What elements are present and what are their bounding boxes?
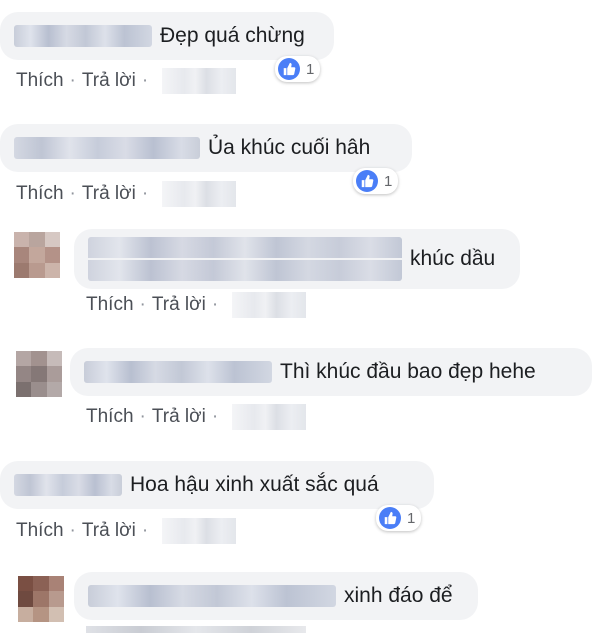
comment-actions: Thích · Trả lời · (86, 292, 307, 318)
comment-bubble: Đẹp quá chừng (0, 12, 334, 60)
reply-link[interactable]: Trả lời (82, 70, 136, 92)
blurred-timestamp (162, 181, 237, 207)
reaction-count: 1 (306, 60, 315, 78)
like-link[interactable]: Thích (86, 294, 134, 316)
reaction-badge[interactable]: 1 (353, 168, 399, 194)
reaction-badge[interactable]: 1 (376, 505, 422, 531)
blurred-author-name (84, 361, 272, 383)
comment-bubble: khúc dầu (74, 229, 520, 289)
blurred-author-name (88, 237, 402, 281)
comment-bubble: Hoa hậu xinh xuất sắc quá (0, 461, 434, 509)
like-link[interactable]: Thích (16, 70, 64, 92)
blurred-author-name (88, 585, 336, 607)
comment-text: xinh đáo để (344, 584, 453, 607)
reply-link[interactable]: Trả lời (82, 183, 136, 205)
comment-text: khúc dầu (410, 247, 496, 270)
blurred-actions-row (86, 626, 306, 633)
avatar[interactable] (14, 232, 60, 278)
comment-actions: Thích · Trả lời · (86, 404, 307, 430)
comment-text: Đẹp quá chừng (160, 24, 305, 47)
reply-link[interactable]: Trả lời (152, 406, 206, 428)
reply-link[interactable]: Trả lời (82, 520, 136, 542)
reply-link[interactable]: Trả lời (152, 294, 206, 316)
comment-actions: Thích · Trả lời · (16, 518, 237, 544)
blurred-author-name (14, 137, 200, 159)
blurred-timestamp (232, 292, 307, 318)
comment-text: Thì khúc đầu bao đẹp hehe (280, 360, 536, 383)
comment-actions: Thích · Trả lời · (16, 181, 237, 207)
thumbs-up-icon (278, 58, 300, 80)
thumbs-up-icon (356, 170, 378, 192)
like-link[interactable]: Thích (16, 520, 64, 542)
like-link[interactable]: Thích (16, 183, 64, 205)
blurred-timestamp (232, 404, 307, 430)
reaction-count: 1 (384, 172, 393, 190)
blurred-timestamp (162, 68, 237, 94)
comment-text: Ủa khúc cuối hâh (208, 136, 371, 159)
reaction-count: 1 (407, 509, 416, 527)
comment-actions: Thích · Trả lời · (16, 68, 237, 94)
avatar[interactable] (18, 576, 64, 622)
like-link[interactable]: Thích (86, 406, 134, 428)
thumbs-up-icon (379, 507, 401, 529)
avatar[interactable] (16, 351, 62, 397)
blurred-timestamp (162, 518, 237, 544)
comment-bubble: xinh đáo để (74, 572, 478, 620)
blurred-author-name (14, 474, 122, 496)
blurred-author-name (14, 25, 152, 47)
comment-bubble: Thì khúc đầu bao đẹp hehe (70, 348, 592, 396)
comment-bubble: Ủa khúc cuối hâh (0, 124, 412, 172)
reaction-badge[interactable]: 1 (275, 56, 321, 82)
comment-text: Hoa hậu xinh xuất sắc quá (130, 473, 379, 496)
